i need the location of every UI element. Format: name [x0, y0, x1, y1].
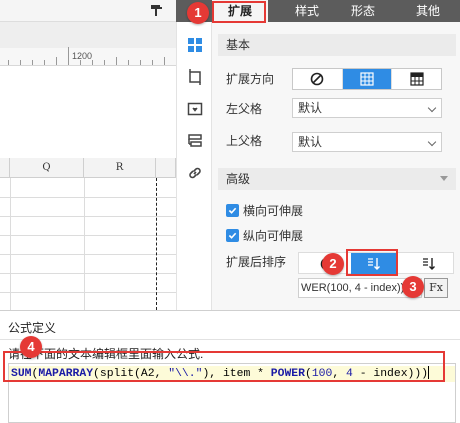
column-header-partial: [0, 158, 10, 178]
section-advanced[interactable]: 高级: [218, 168, 456, 190]
format-painter-icon[interactable]: [150, 4, 164, 18]
tab-style[interactable]: 样式: [279, 0, 335, 22]
checkbox-checked-icon: [226, 204, 239, 217]
condition-icon[interactable]: [186, 132, 204, 150]
ruler-label: 1200: [72, 51, 93, 61]
no-expand-button[interactable]: [293, 69, 343, 89]
section-advanced-label: 高级: [226, 172, 251, 186]
sort-ascending-button[interactable]: [351, 253, 397, 275]
sort-ascending-icon: [368, 258, 380, 270]
column-header-next: [156, 158, 176, 178]
chevron-down-icon: [427, 103, 437, 113]
widget-icon[interactable]: [186, 100, 204, 118]
checkbox-checked-icon: [226, 229, 239, 242]
formula-function-token: SUM: [11, 368, 32, 380]
formula-number-token: 4: [346, 368, 353, 380]
top-parent-select[interactable]: 默认: [292, 132, 442, 152]
property-tabbar: 扩展 样式 形态 其他: [176, 0, 460, 22]
ruler: 1200: [0, 47, 176, 66]
sort-after-expand-label: 扩展后排序: [226, 255, 287, 269]
grid-vertical-icon: [360, 72, 374, 86]
dialog-divider: [0, 339, 460, 340]
formula-function-token: MAPARRAY: [38, 368, 94, 380]
vertical-expandable-checkbox[interactable]: 纵向可伸展: [226, 227, 303, 244]
horizontal-expandable-checkbox[interactable]: 横向可伸展: [226, 202, 303, 219]
horizontal-expandable-label: 横向可伸展: [243, 204, 304, 218]
formula-string-token: "\\.": [168, 368, 203, 380]
sheet-tab-area: [0, 22, 176, 48]
sort-descending-button[interactable]: [409, 253, 449, 275]
step-marker-3: 3: [402, 276, 424, 298]
formula-number-token: 100: [311, 368, 333, 380]
canvas-blank: [0, 66, 176, 158]
spreadsheet-grid[interactable]: Q R: [0, 158, 176, 310]
left-parent-value: 默认: [298, 101, 323, 115]
icon-rail: [176, 22, 212, 310]
top-parent-label: 上父格: [226, 134, 263, 148]
designer-window: 1200 Q R 扩展 样式 形态 其他 基本 扩展方向 左父格 默认 上父格 …: [0, 0, 460, 423]
dialog-title: 公式定义: [8, 321, 57, 335]
vertical-expand-button[interactable]: [342, 69, 393, 89]
section-basic[interactable]: 基本: [218, 34, 456, 56]
formula-text[interactable]: SUM(MAPARRAY(split(A2, "\\."), item * PO…: [9, 366, 455, 382]
expand-direction-selector: [292, 68, 442, 90]
top-parent-value: 默认: [298, 135, 323, 149]
toolbar-strip: [0, 0, 176, 22]
section-basic-label: 基本: [226, 38, 251, 52]
hyperlink-icon[interactable]: [186, 164, 204, 182]
horizontal-expand-button[interactable]: [392, 69, 441, 89]
collapse-caret-icon: [440, 176, 448, 181]
left-parent-select[interactable]: 默认: [292, 98, 442, 118]
vertical-expandable-label: 纵向可伸展: [243, 229, 304, 243]
step-marker-2: 2: [322, 253, 344, 275]
cell-properties-icon[interactable]: [186, 36, 204, 54]
step-marker-1: 1: [187, 2, 209, 24]
expand-direction-label: 扩展方向: [226, 72, 275, 86]
no-entry-icon: [311, 72, 324, 86]
step-marker-4: 4: [20, 336, 42, 358]
grid-horizontal-icon: [410, 72, 424, 86]
tab-other[interactable]: 其他: [400, 0, 456, 22]
formula-button[interactable]: Fx: [424, 278, 448, 298]
formula-function-token: POWER: [270, 368, 305, 380]
tab-expand[interactable]: 扩展: [212, 0, 268, 22]
formula-editor[interactable]: SUM(MAPARRAY(split(A2, "\\."), item * PO…: [8, 363, 456, 423]
left-parent-label: 左父格: [226, 102, 263, 116]
sort-descending-icon: [423, 258, 435, 270]
column-header-r[interactable]: R: [84, 158, 156, 178]
page-break-line: [156, 178, 157, 310]
text-caret: [428, 366, 430, 380]
tab-shape[interactable]: 形态: [335, 0, 391, 22]
chevron-down-icon: [427, 137, 437, 147]
crop-icon[interactable]: [186, 68, 204, 86]
formula-dialog: 公式定义 请在下面的文本编辑框里面输入公式: SUM(MAPARRAY(spli…: [0, 310, 460, 423]
column-header-q[interactable]: Q: [10, 158, 84, 178]
